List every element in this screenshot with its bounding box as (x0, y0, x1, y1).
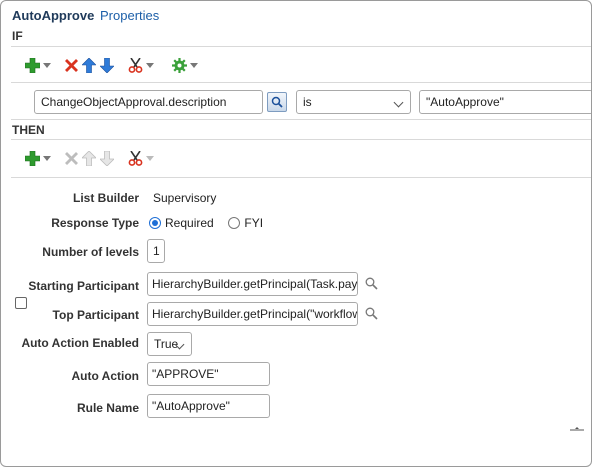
number-of-levels-label: Number of levels (42, 245, 139, 259)
then-toolbar (25, 148, 158, 168)
add-condition-button[interactable] (25, 57, 51, 73)
divider (11, 139, 591, 140)
rule-name-input[interactable]: "AutoApprove" (147, 394, 270, 418)
divider (11, 119, 591, 120)
if-section-label: IF (12, 29, 23, 43)
operator-select[interactable]: is (296, 90, 411, 114)
right-operand-field[interactable]: "AutoApprove" (419, 90, 591, 114)
tab-autoapprove[interactable]: AutoApprove (12, 8, 94, 23)
search-icon[interactable] (365, 277, 378, 290)
number-of-levels-input[interactable]: 1 (147, 239, 165, 263)
move-down-button (100, 150, 114, 166)
top-participant-input[interactable]: HierarchyBuilder.getPrincipal("workflows… (147, 302, 358, 326)
chevron-down-icon (43, 62, 51, 68)
auto-action-enabled-label: Auto Action Enabled (21, 336, 139, 350)
divider (11, 82, 591, 83)
rule-name-label: Rule Name (76, 401, 139, 415)
action-select-checkbox[interactable] (15, 297, 27, 309)
delete-action-button (65, 151, 78, 165)
move-down-button[interactable] (100, 57, 114, 73)
arrow-up-icon (82, 57, 96, 73)
chevron-down-icon (43, 155, 51, 161)
response-fyi-label: FYI (244, 216, 264, 230)
then-section-label: THEN (12, 123, 45, 137)
list-builder-label: List Builder (72, 191, 139, 205)
settings-button[interactable] (172, 57, 198, 73)
rule-editor-panel: AutoApprove Properties IF ChangeObjectAp… (0, 0, 592, 467)
chevron-down-icon (190, 62, 198, 68)
search-icon (271, 96, 283, 108)
plus-icon (25, 150, 40, 166)
starting-participant-input[interactable]: HierarchyBuilder.getPrincipal(Task.paylo… (147, 272, 358, 296)
chevron-down-icon (146, 62, 154, 68)
arrow-down-icon (100, 57, 114, 73)
if-toolbar (25, 55, 202, 75)
list-builder-value: Supervisory (153, 191, 217, 205)
auto-action-input[interactable]: "APPROVE" (147, 362, 270, 386)
plus-icon (25, 57, 40, 73)
divider (11, 46, 591, 47)
add-action-button[interactable] (25, 150, 51, 166)
cut-button[interactable] (128, 57, 154, 73)
scissors-icon (128, 150, 143, 166)
cut-button[interactable] (128, 150, 154, 166)
delete-x-icon (65, 151, 78, 165)
scissors-icon (128, 57, 143, 73)
delete-condition-button[interactable] (65, 58, 78, 72)
auto-action-enabled-select[interactable]: True (147, 332, 192, 356)
arrow-up-icon (82, 150, 96, 166)
response-fyi-radio[interactable] (228, 217, 241, 229)
response-required-radio[interactable] (149, 217, 161, 229)
move-up-button (82, 150, 96, 166)
resize-handle-icon[interactable] (568, 425, 586, 431)
delete-x-icon (65, 58, 78, 72)
left-operand-field[interactable]: ChangeObjectApproval.description (34, 90, 263, 114)
tab-properties[interactable]: Properties (100, 8, 159, 23)
move-up-button[interactable] (82, 57, 96, 73)
gear-icon (172, 57, 187, 73)
response-type-group: Required FYI (149, 216, 263, 230)
arrow-down-icon (100, 150, 114, 166)
response-type-label: Response Type (51, 216, 139, 230)
response-required-label: Required (165, 216, 214, 230)
auto-action-label: Auto Action (71, 369, 139, 383)
search-icon[interactable] (365, 307, 378, 320)
top-participant-label: Top Participant (52, 308, 139, 322)
divider (11, 177, 591, 178)
starting-participant-label: Starting Participant (28, 279, 139, 293)
operand-browser-button[interactable] (267, 92, 287, 112)
chevron-down-icon (146, 155, 154, 161)
